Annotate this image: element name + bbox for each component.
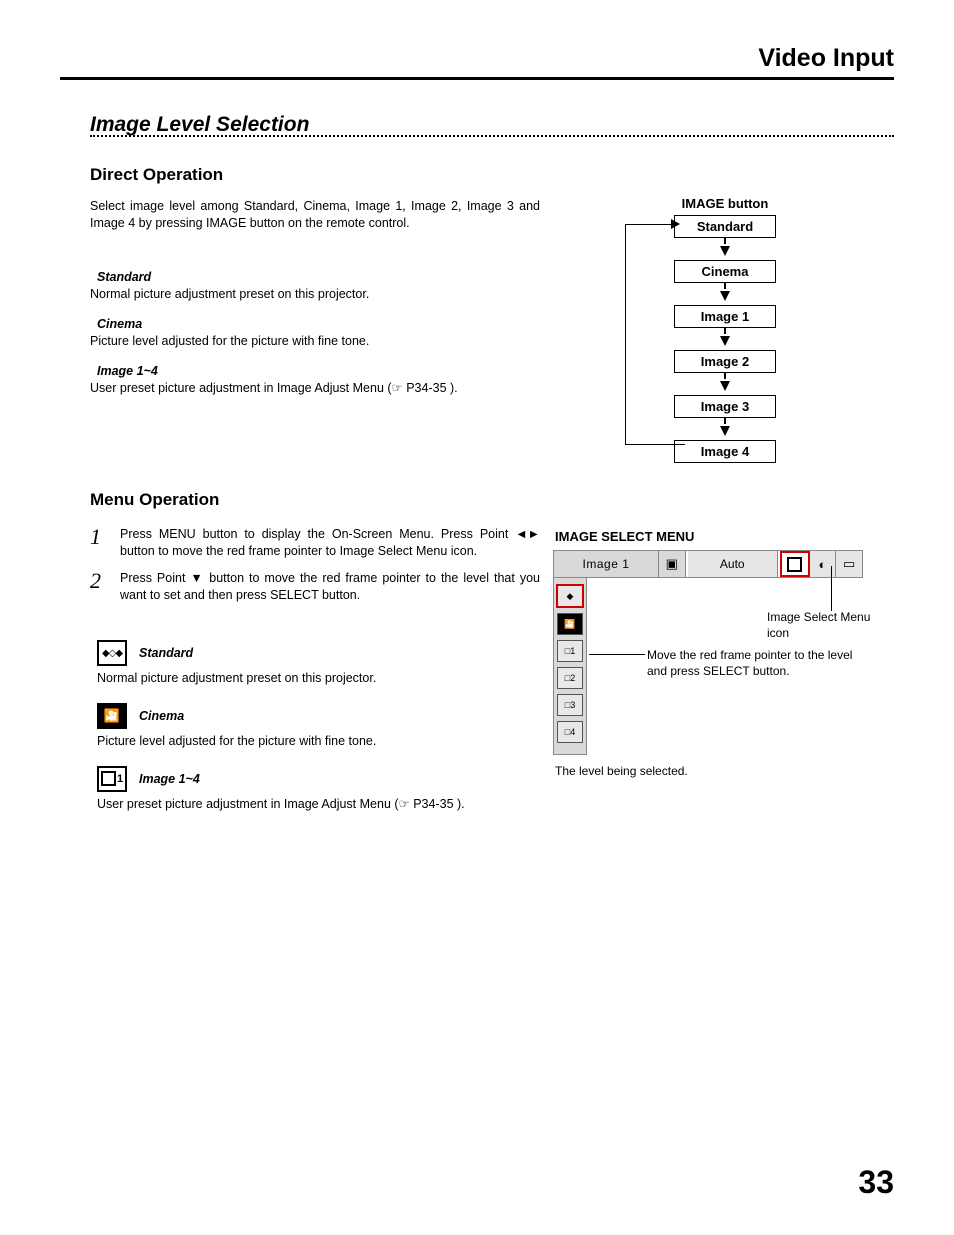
step-text: Press MENU button to display the On-Scre… [120,526,540,560]
def-cinema: Cinema Picture level adjusted for the pi… [97,317,537,350]
osd-screen-icon: ▭ [836,551,862,577]
step-1: 1 Press MENU button to display the On-Sc… [90,526,540,560]
step-number: 1 [90,526,120,560]
flowchart-arrow-icon [720,291,730,301]
image-select-menu-figure: Image 1 ▣ Auto ◐ ▭ ◆ 🎦 □1 □2 □3 □4 Image… [553,550,863,755]
direct-intro-paragraph: Select image level among Standard, Cinem… [90,198,540,232]
def-desc: Picture level adjusted for the picture w… [90,333,537,350]
side-item-standard: ◆ [556,584,584,608]
standard-icon: ◆◇◆ [97,640,127,666]
flowchart-loop-line [625,224,626,445]
callout-pointer-label: Move the red frame pointer to the level … [647,648,867,679]
def-desc: User preset picture adjustment in Image … [90,380,537,397]
flowchart-box-cinema: Cinema [674,260,776,283]
direct-definitions: Standard Normal picture adjustment prese… [97,270,537,411]
side-item-image2: □2 [557,667,583,689]
flowchart-box-image4: Image 4 [674,440,776,463]
page-number: 33 [858,1164,894,1201]
step-text: Press Point ▼ button to move the red fra… [120,570,540,604]
osd-current-label: Image 1 [554,551,659,577]
def-image14: Image 1~4 User preset picture adjustment… [97,364,537,397]
flowchart-loop-bottom [625,444,685,445]
osd-source-icon: ▣ [659,551,686,577]
def-title: Cinema [139,709,184,723]
figure-caption-below: The level being selected. [555,764,688,778]
osd-imageselect-icon [780,551,810,577]
def-title: Cinema [97,317,537,331]
def-desc: Normal picture adjustment preset on this… [97,670,537,687]
flowchart-box-image2: Image 2 [674,350,776,373]
side-item-cinema: 🎦 [557,613,583,635]
def-standard: Standard Normal picture adjustment prese… [97,270,537,303]
flowchart-box-standard: Standard [674,215,776,238]
flowchart-box-image3: Image 3 [674,395,776,418]
osd-mode-label: Auto [688,551,778,577]
step-number: 2 [90,570,120,604]
flowchart-loop-top [625,224,673,225]
def-image14: 1 Image 1~4 User preset picture adjustme… [97,766,537,813]
image1-icon: 1 [97,766,127,792]
def-title: Standard [97,270,537,284]
menu-definitions: ◆◇◆ Standard Normal picture adjustment p… [97,640,537,829]
flowchart-arrow-icon [720,246,730,256]
def-cinema: 🎦 Cinema Picture level adjusted for the … [97,703,537,750]
osd-side-list: ◆ 🎦 □1 □2 □3 □4 [553,578,587,755]
top-rule [60,77,894,80]
section-title: Image Level Selection [90,113,309,137]
callout-icon-label: Image Select Menu icon [767,610,887,641]
def-desc: Picture level adjusted for the picture w… [97,733,537,750]
flowchart-arrow-icon [720,426,730,436]
cinema-icon: 🎦 [97,703,127,729]
flowchart-arrow-icon [720,336,730,346]
def-desc: User preset picture adjustment in Image … [97,796,537,813]
dotted-rule [90,135,894,137]
def-title: Image 1~4 [139,772,200,786]
side-item-image1: □1 [557,640,583,662]
step-2: 2 Press Point ▼ button to move the red f… [90,570,540,604]
image-select-menu-title: IMAGE SELECT MENU [555,529,694,544]
flowchart-arrow-icon [720,381,730,391]
def-standard: ◆◇◆ Standard Normal picture adjustment p… [97,640,537,687]
image-button-flowchart: IMAGE button Standard Cinema Image 1 Ima… [635,196,815,463]
page-header-title: Video Input [758,44,894,73]
heading-menu-operation: Menu Operation [90,490,219,510]
osd-top-bar: Image 1 ▣ Auto ◐ ▭ [553,550,863,578]
flowchart-caption: IMAGE button [635,196,815,211]
def-title: Standard [139,646,193,660]
flowchart-box-image1: Image 1 [674,305,776,328]
def-title: Image 1~4 [97,364,537,378]
side-item-image3: □3 [557,694,583,716]
flowchart-loop-arrowhead-icon [671,219,680,229]
menu-steps: 1 Press MENU button to display the On-Sc… [90,526,540,614]
def-desc: Normal picture adjustment preset on this… [90,286,537,303]
heading-direct-operation: Direct Operation [90,165,223,185]
side-item-image4: □4 [557,721,583,743]
